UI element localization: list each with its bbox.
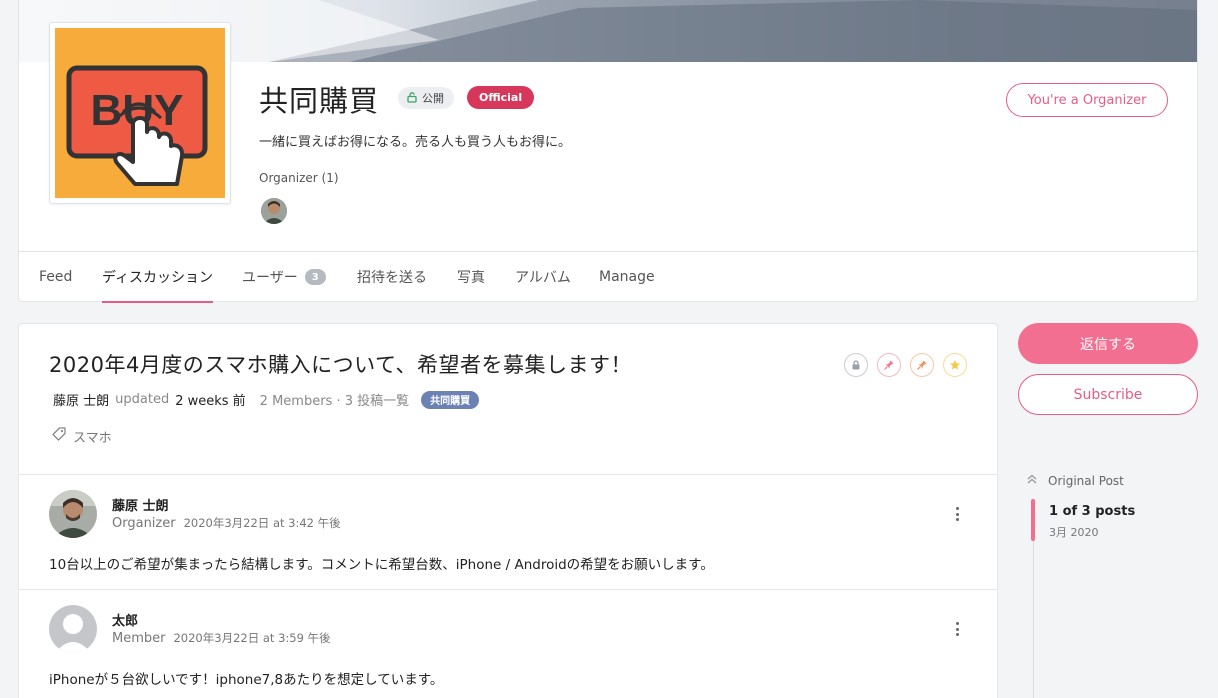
post-item: 藤原 士朗 Organizer 2020年3月22日 at 3:42 午後 10台… [19, 474, 997, 589]
visibility-badge: 公開 [398, 87, 454, 109]
timeline-handle[interactable] [1031, 499, 1035, 541]
post-month: 3月 2020 [1049, 526, 1099, 539]
original-post-link[interactable]: Original Post [1025, 472, 1124, 489]
original-post-label: Original Post [1048, 473, 1124, 488]
tab-discussion[interactable]: ディスカッション [102, 252, 214, 303]
tab-photos[interactable]: 写真 [457, 252, 485, 302]
discussion-meta: 藤原 士朗 updated 2 weeks 前 2 Members · 3 投稿… [53, 390, 480, 409]
post-author[interactable]: 太郎 [112, 610, 138, 629]
tag-label: スマホ [73, 430, 112, 446]
organizer-label: Organizer (1) [259, 171, 339, 185]
tab-label: 写真 [457, 270, 485, 286]
tab-manage[interactable]: Manage [599, 252, 655, 302]
lock-icon[interactable] [844, 353, 868, 377]
unlock-icon [406, 91, 418, 106]
more-options-icon[interactable] [949, 504, 965, 524]
tab-label: Manage [599, 269, 655, 285]
group-description: 一緒に買えばお得になる。売る人も買う人もお得に。 [259, 135, 572, 150]
post-body: 10台以上のご希望が集まったら結構します。コメントに希望台数、iPhone / … [49, 557, 714, 573]
avatar[interactable] [49, 490, 97, 538]
discussion-stats: 2 Members · 3 投稿一覧 [259, 394, 410, 409]
pin-feature-icon[interactable] [910, 353, 934, 377]
post-role: Organizer [112, 516, 176, 531]
avatar[interactable] [261, 198, 287, 224]
tab-label: Feed [39, 269, 73, 285]
tab-label: アルバム [515, 270, 571, 286]
avatar[interactable] [49, 605, 97, 653]
post-author[interactable]: 藤原 士朗 [112, 495, 169, 514]
group-logo[interactable]: BUY [49, 22, 231, 204]
post-body: iPhoneが５台欲しいです！iphone7,8あたりを想定しています。 [49, 672, 444, 688]
tab-users[interactable]: ユーザー 3 [242, 252, 326, 302]
users-count-badge: 3 [304, 269, 326, 285]
group-tag-badge[interactable]: 共同購買 [421, 390, 480, 409]
discussion-panel: 2020年4月度のスマホ購入について、希望者を募集します！ 藤原 士朗 upda… [18, 323, 998, 698]
tab-feed[interactable]: Feed [39, 252, 72, 302]
post-date: 2020年3月22日 at 3:42 午後 [183, 516, 341, 530]
tab-invite[interactable]: 招待を送る [357, 252, 427, 302]
group-title: 共同購買 [259, 84, 380, 118]
discussion-title: 2020年4月度のスマホ購入について、希望者を募集します！ [49, 353, 632, 377]
pin-icon[interactable] [877, 353, 901, 377]
visibility-label: 公開 [422, 92, 444, 105]
tab-label: ユーザー [242, 270, 298, 286]
post-date: 2020年3月22日 at 3:59 午後 [173, 631, 331, 645]
post-role: Member [112, 631, 166, 646]
star-icon[interactable] [943, 353, 967, 377]
more-options-icon[interactable] [949, 619, 965, 639]
group-header: BUY 共同購買 公開 Official 一緒に買えばお得になる。売る人も買う人… [18, 0, 1198, 303]
tag-icon [51, 426, 67, 446]
post-item: 太郎 Member 2020年3月22日 at 3:59 午後 iPhoneが５台… [19, 589, 997, 698]
post-position: 1 of 3 posts [1049, 504, 1136, 519]
post-meta: Organizer 2020年3月22日 at 3:42 午後 [112, 515, 341, 531]
subscribe-button[interactable]: Subscribe [1018, 374, 1198, 415]
tab-albums[interactable]: アルバム [515, 252, 571, 302]
organizer-button[interactable]: You're a Organizer [1006, 83, 1168, 117]
discussion-actions [844, 353, 967, 377]
tab-label: ディスカッション [102, 269, 214, 286]
double-chevron-up-icon [1025, 472, 1039, 489]
updated-time: 2 weeks 前 [175, 394, 246, 409]
official-badge: Official [467, 86, 535, 109]
group-tabs: Feed ディスカッション ユーザー 3 招待を送る 写真 アルバム Manage [19, 251, 1197, 303]
post-meta: Member 2020年3月22日 at 3:59 午後 [112, 630, 331, 646]
updated-label: updated [115, 392, 170, 407]
topic-tag[interactable]: スマホ [51, 426, 112, 446]
reply-button[interactable]: 返信する [1018, 323, 1198, 364]
tab-label: 招待を送る [357, 270, 427, 286]
discussion-author[interactable]: 藤原 士朗 [53, 390, 109, 409]
